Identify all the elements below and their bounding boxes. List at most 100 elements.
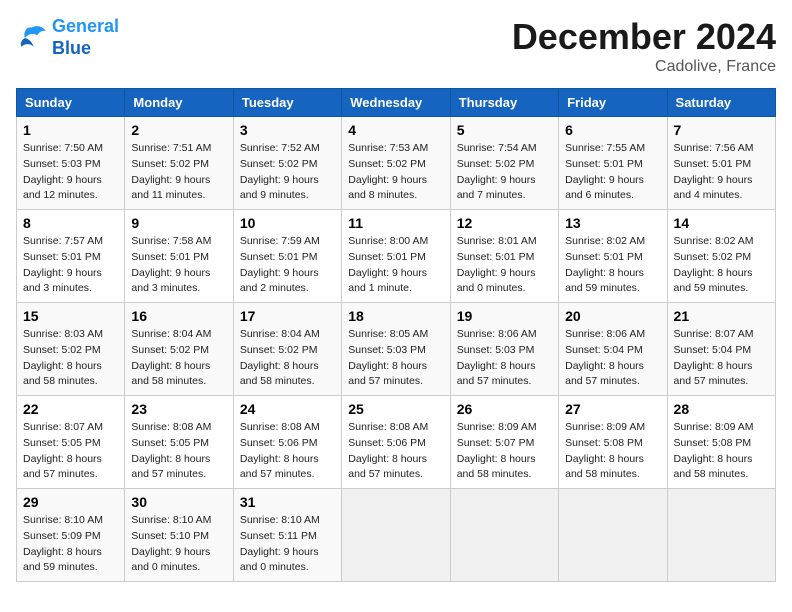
day-number: 5 (457, 122, 552, 138)
day-number: 15 (23, 308, 118, 324)
day-info: Sunrise: 8:08 AM Sunset: 5:06 PM Dayligh… (348, 420, 443, 483)
calendar-cell: 16 Sunrise: 8:04 AM Sunset: 5:02 PM Dayl… (125, 303, 233, 396)
calendar-cell: 31 Sunrise: 8:10 AM Sunset: 5:11 PM Dayl… (233, 489, 341, 582)
day-number: 2 (131, 122, 226, 138)
calendar-cell: 20 Sunrise: 8:06 AM Sunset: 5:04 PM Dayl… (559, 303, 667, 396)
day-info: Sunrise: 8:00 AM Sunset: 5:01 PM Dayligh… (348, 234, 443, 297)
day-number: 21 (674, 308, 769, 324)
day-number: 31 (240, 494, 335, 510)
calendar-cell: 21 Sunrise: 8:07 AM Sunset: 5:04 PM Dayl… (667, 303, 775, 396)
calendar-table: SundayMondayTuesdayWednesdayThursdayFrid… (16, 88, 776, 582)
calendar-cell: 17 Sunrise: 8:04 AM Sunset: 5:02 PM Dayl… (233, 303, 341, 396)
calendar-cell (667, 489, 775, 582)
day-number: 30 (131, 494, 226, 510)
day-number: 6 (565, 122, 660, 138)
day-info: Sunrise: 8:10 AM Sunset: 5:10 PM Dayligh… (131, 513, 226, 576)
day-number: 4 (348, 122, 443, 138)
calendar-cell: 15 Sunrise: 8:03 AM Sunset: 5:02 PM Dayl… (17, 303, 125, 396)
day-info: Sunrise: 7:57 AM Sunset: 5:01 PM Dayligh… (23, 234, 118, 297)
calendar-cell: 3 Sunrise: 7:52 AM Sunset: 5:02 PM Dayli… (233, 117, 341, 210)
calendar-cell: 27 Sunrise: 8:09 AM Sunset: 5:08 PM Dayl… (559, 396, 667, 489)
page-header: General Blue December 2024 Cadolive, Fra… (16, 16, 776, 76)
calendar-cell: 13 Sunrise: 8:02 AM Sunset: 5:01 PM Dayl… (559, 210, 667, 303)
col-header-saturday: Saturday (667, 89, 775, 117)
calendar-cell (342, 489, 450, 582)
day-info: Sunrise: 8:06 AM Sunset: 5:04 PM Dayligh… (565, 327, 660, 390)
calendar-cell (559, 489, 667, 582)
day-info: Sunrise: 8:10 AM Sunset: 5:09 PM Dayligh… (23, 513, 118, 576)
calendar-cell: 5 Sunrise: 7:54 AM Sunset: 5:02 PM Dayli… (450, 117, 558, 210)
day-info: Sunrise: 8:06 AM Sunset: 5:03 PM Dayligh… (457, 327, 552, 390)
calendar-cell: 8 Sunrise: 7:57 AM Sunset: 5:01 PM Dayli… (17, 210, 125, 303)
day-number: 17 (240, 308, 335, 324)
day-number: 3 (240, 122, 335, 138)
day-info: Sunrise: 7:52 AM Sunset: 5:02 PM Dayligh… (240, 141, 335, 204)
calendar-cell: 28 Sunrise: 8:09 AM Sunset: 5:08 PM Dayl… (667, 396, 775, 489)
day-number: 7 (674, 122, 769, 138)
week-row-5: 29 Sunrise: 8:10 AM Sunset: 5:09 PM Dayl… (17, 489, 776, 582)
day-info: Sunrise: 8:02 AM Sunset: 5:01 PM Dayligh… (565, 234, 660, 297)
calendar-cell: 14 Sunrise: 8:02 AM Sunset: 5:02 PM Dayl… (667, 210, 775, 303)
day-number: 16 (131, 308, 226, 324)
col-header-wednesday: Wednesday (342, 89, 450, 117)
day-info: Sunrise: 7:55 AM Sunset: 5:01 PM Dayligh… (565, 141, 660, 204)
day-number: 12 (457, 215, 552, 231)
week-row-4: 22 Sunrise: 8:07 AM Sunset: 5:05 PM Dayl… (17, 396, 776, 489)
calendar-cell: 18 Sunrise: 8:05 AM Sunset: 5:03 PM Dayl… (342, 303, 450, 396)
calendar-cell: 23 Sunrise: 8:08 AM Sunset: 5:05 PM Dayl… (125, 396, 233, 489)
calendar-cell: 22 Sunrise: 8:07 AM Sunset: 5:05 PM Dayl… (17, 396, 125, 489)
week-row-2: 8 Sunrise: 7:57 AM Sunset: 5:01 PM Dayli… (17, 210, 776, 303)
header-row: SundayMondayTuesdayWednesdayThursdayFrid… (17, 89, 776, 117)
calendar-cell: 30 Sunrise: 8:10 AM Sunset: 5:10 PM Dayl… (125, 489, 233, 582)
day-info: Sunrise: 8:09 AM Sunset: 5:08 PM Dayligh… (674, 420, 769, 483)
day-info: Sunrise: 8:08 AM Sunset: 5:05 PM Dayligh… (131, 420, 226, 483)
location: Cadolive, France (512, 58, 776, 76)
day-info: Sunrise: 8:07 AM Sunset: 5:05 PM Dayligh… (23, 420, 118, 483)
day-info: Sunrise: 8:08 AM Sunset: 5:06 PM Dayligh… (240, 420, 335, 483)
week-row-1: 1 Sunrise: 7:50 AM Sunset: 5:03 PM Dayli… (17, 117, 776, 210)
day-info: Sunrise: 8:07 AM Sunset: 5:04 PM Dayligh… (674, 327, 769, 390)
day-number: 24 (240, 401, 335, 417)
day-number: 9 (131, 215, 226, 231)
day-number: 29 (23, 494, 118, 510)
day-info: Sunrise: 8:04 AM Sunset: 5:02 PM Dayligh… (240, 327, 335, 390)
calendar-cell (450, 489, 558, 582)
day-info: Sunrise: 7:59 AM Sunset: 5:01 PM Dayligh… (240, 234, 335, 297)
col-header-friday: Friday (559, 89, 667, 117)
day-number: 8 (23, 215, 118, 231)
day-info: Sunrise: 7:51 AM Sunset: 5:02 PM Dayligh… (131, 141, 226, 204)
calendar-cell: 7 Sunrise: 7:56 AM Sunset: 5:01 PM Dayli… (667, 117, 775, 210)
calendar-cell: 25 Sunrise: 8:08 AM Sunset: 5:06 PM Dayl… (342, 396, 450, 489)
day-info: Sunrise: 7:58 AM Sunset: 5:01 PM Dayligh… (131, 234, 226, 297)
day-info: Sunrise: 7:53 AM Sunset: 5:02 PM Dayligh… (348, 141, 443, 204)
calendar-cell: 29 Sunrise: 8:10 AM Sunset: 5:09 PM Dayl… (17, 489, 125, 582)
day-info: Sunrise: 8:02 AM Sunset: 5:02 PM Dayligh… (674, 234, 769, 297)
col-header-thursday: Thursday (450, 89, 558, 117)
day-info: Sunrise: 8:05 AM Sunset: 5:03 PM Dayligh… (348, 327, 443, 390)
month-title: December 2024 (512, 16, 776, 58)
calendar-cell: 6 Sunrise: 7:55 AM Sunset: 5:01 PM Dayli… (559, 117, 667, 210)
day-info: Sunrise: 8:01 AM Sunset: 5:01 PM Dayligh… (457, 234, 552, 297)
day-number: 20 (565, 308, 660, 324)
calendar-cell: 26 Sunrise: 8:09 AM Sunset: 5:07 PM Dayl… (450, 396, 558, 489)
day-info: Sunrise: 7:54 AM Sunset: 5:02 PM Dayligh… (457, 141, 552, 204)
col-header-tuesday: Tuesday (233, 89, 341, 117)
day-info: Sunrise: 8:03 AM Sunset: 5:02 PM Dayligh… (23, 327, 118, 390)
calendar-cell: 9 Sunrise: 7:58 AM Sunset: 5:01 PM Dayli… (125, 210, 233, 303)
calendar-cell: 2 Sunrise: 7:51 AM Sunset: 5:02 PM Dayli… (125, 117, 233, 210)
calendar-cell: 11 Sunrise: 8:00 AM Sunset: 5:01 PM Dayl… (342, 210, 450, 303)
day-info: Sunrise: 7:50 AM Sunset: 5:03 PM Dayligh… (23, 141, 118, 204)
day-info: Sunrise: 7:56 AM Sunset: 5:01 PM Dayligh… (674, 141, 769, 204)
day-number: 14 (674, 215, 769, 231)
calendar-cell: 10 Sunrise: 7:59 AM Sunset: 5:01 PM Dayl… (233, 210, 341, 303)
calendar-cell: 4 Sunrise: 7:53 AM Sunset: 5:02 PM Dayli… (342, 117, 450, 210)
day-info: Sunrise: 8:04 AM Sunset: 5:02 PM Dayligh… (131, 327, 226, 390)
day-number: 13 (565, 215, 660, 231)
day-number: 19 (457, 308, 552, 324)
col-header-sunday: Sunday (17, 89, 125, 117)
day-info: Sunrise: 8:09 AM Sunset: 5:07 PM Dayligh… (457, 420, 552, 483)
logo-text: General Blue (52, 16, 119, 59)
day-number: 18 (348, 308, 443, 324)
title-block: December 2024 Cadolive, France (512, 16, 776, 76)
calendar-cell: 24 Sunrise: 8:08 AM Sunset: 5:06 PM Dayl… (233, 396, 341, 489)
